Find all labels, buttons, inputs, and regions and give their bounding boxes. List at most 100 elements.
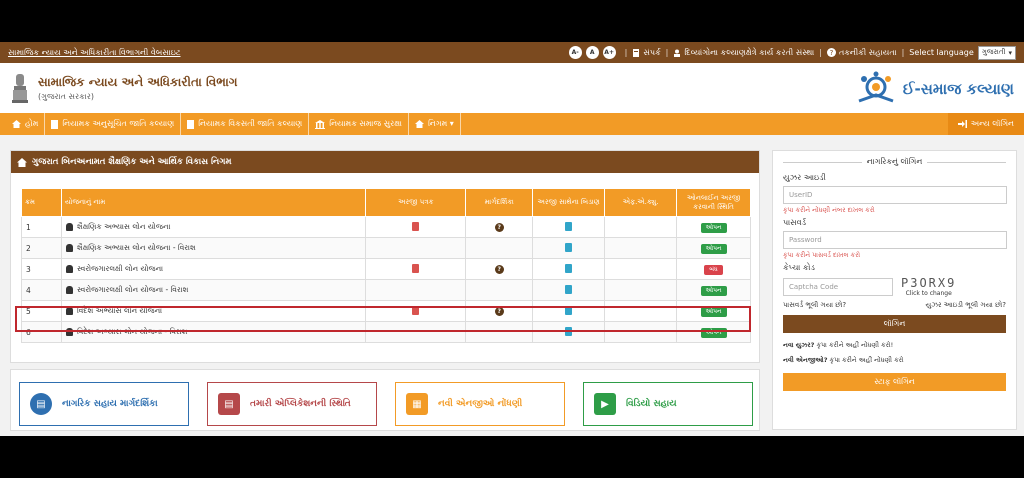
top-bar: સામાજિક ન્યાય અને અધિકારીતા વિભાગની વેબસ…: [0, 42, 1024, 63]
pdf-icon[interactable]: [412, 305, 420, 315]
citizen-help-guide-button[interactable]: ▤ નાગરિક સહાય માર્ગદર્શિકા: [19, 382, 189, 426]
col-application-form: અરજી પત્રક: [365, 188, 467, 217]
nav-dev-caste-welfare[interactable]: નિયામક વિકસતી જાતિ કલ્યાણ: [181, 113, 310, 135]
captcha-text: P3ORX9: [901, 276, 957, 290]
status-badge[interactable]: ઓપન: [700, 243, 727, 254]
scheme-name: વિદેશ અભ્યાસ લોન યોજના: [76, 306, 163, 315]
table-header-row: ક્રમ યોજનાનું નામ અરજી પત્રક માર્ગદર્શિક…: [21, 188, 751, 217]
other-login-button[interactable]: અન્ય લૉગિન: [947, 113, 1024, 135]
status-badge[interactable]: ઓપન: [700, 306, 727, 317]
table-row: 6 વિદેશ અભ્યાસ લોન યોજના - વિરાશ ઓપન: [21, 321, 751, 343]
nav-home[interactable]: હોમ: [6, 113, 46, 135]
pdf-icon[interactable]: [412, 221, 420, 231]
application-status-button[interactable]: ▤ તમારી એપ્લિકેશનની સ્થિતિ: [207, 382, 377, 426]
row-number: 4: [21, 279, 62, 301]
nav-social-security[interactable]: નિયામક સમાજ સુરક્ષા: [309, 113, 409, 135]
scheme-name: સ્વરોજગારલક્ષી લોન યોજના: [76, 264, 164, 273]
row-number: 6: [21, 321, 62, 343]
password-input[interactable]: Password: [783, 231, 1007, 249]
esamaj-logo[interactable]: ઈ-સમાજ કલ્યાણ: [855, 71, 1014, 107]
status-badge[interactable]: ઓપન: [700, 327, 727, 338]
tech-help-link[interactable]: ? તકનીકી સહાયતા: [826, 48, 897, 58]
font-normal-button[interactable]: A: [585, 46, 599, 59]
captcha-label: કેપ્ચા કોડ: [783, 263, 815, 272]
captcha-input[interactable]: Captcha Code: [783, 277, 893, 296]
nav-sc-welfare[interactable]: નિયામક અનુસૂચિત જાતિ કલ્યાણ: [45, 113, 182, 135]
font-increase-button[interactable]: A+: [602, 46, 616, 59]
home-icon: [12, 120, 21, 128]
forgot-userid-link[interactable]: યુઝર આઇડી ભૂલી ગયા છો?: [925, 301, 1006, 310]
userid-hint: કૃપા કરીને નોંધણી નંબર દાખલ કરો: [783, 206, 875, 214]
staff-login-button[interactable]: સ્ટાફ લૉગિન: [783, 373, 1006, 391]
dept-website-link[interactable]: સામાજિક ન્યાય અને અધિકારીતા વિભાગની વેબસ…: [8, 48, 181, 58]
login-button[interactable]: લૉગિન: [783, 315, 1006, 333]
nav-social-security-label: નિયામક સમાજ સુરક્ષા: [329, 119, 402, 128]
person-icon: [65, 286, 73, 294]
table-row: 4 સ્વરોજગારલક્ષી લોન યોજના - વિરાશ ઓપન: [21, 279, 751, 301]
other-login-label: અન્ય લૉગિન: [970, 119, 1014, 128]
scheme-name-cell[interactable]: શૈક્ષણિક અભ્યાસ લોન યોજના: [60, 216, 367, 238]
org-label: દિવ્યાંગોના કલ્યાણક્ષેત્રે કાર્ય કરતી સં…: [684, 47, 815, 57]
forgot-password-link[interactable]: પાસવર્ડ ભૂલી ગયા છો?: [783, 301, 846, 310]
document-icon[interactable]: [565, 221, 573, 231]
document-icon: [187, 119, 195, 129]
org-link[interactable]: દિવ્યાંગોના કલ્યાણક્ષેત્રે કાર્ય કરતી સં…: [673, 48, 814, 58]
scheme-name-cell[interactable]: સ્વરોજગારલક્ષી લોન યોજના - વિરાશ: [60, 279, 367, 301]
pdf-icon[interactable]: [412, 263, 420, 273]
question-icon: ?: [826, 48, 836, 57]
video-icon: ▶: [594, 393, 616, 415]
user-icon: [674, 49, 681, 57]
new-ngo-register-link[interactable]: નવી એનજીઓ? કૃપા કરીને અહીં નોંધણી કરો: [783, 356, 1006, 365]
document-icon[interactable]: [565, 326, 573, 336]
new-user-register-link[interactable]: નવા યુઝર? કૃપા કરીને અહીં નોંધણી કરો!: [783, 341, 1006, 350]
scheme-name: શૈક્ષણિક અભ્યાસ લોન યોજના - વિરાશ: [76, 243, 196, 252]
student-icon: [65, 223, 73, 231]
status-badge[interactable]: ઓપન: [700, 285, 727, 296]
font-decrease-button[interactable]: A-: [568, 46, 582, 59]
col-attachments: અરજી સાથેના બિડાણ: [532, 188, 606, 217]
brand-name: ઈ-સમાજ કલ્યાણ: [902, 80, 1014, 98]
contact-icon: [633, 48, 640, 57]
document-icon[interactable]: [565, 242, 573, 252]
row-number: 1: [21, 216, 62, 238]
scheme-name-cell[interactable]: સ્વરોજગારલક્ષી લોન યોજના: [60, 258, 367, 280]
scheme-name-cell[interactable]: વિદેશ અભ્યાસ લોન યોજના - વિરાશ: [60, 321, 367, 343]
password-label: પાસવર્ડ: [783, 218, 807, 227]
col-faq: એફ.એ.ક્યુ.: [604, 188, 678, 217]
quick-links-area: ▤ નાગરિક સહાય માર્ગદર્શિકા ▤ તમારી એપ્લિ…: [10, 369, 760, 431]
userid-input[interactable]: UserID: [783, 186, 1007, 204]
schemes-panel-header: ગુજરાત બિનઅનામત શૈક્ષણિક અને આર્થિક વિકા…: [11, 151, 759, 173]
video-help-button[interactable]: ▶ વિડિયો સહાય: [583, 382, 753, 426]
scheme-name: સ્વરોજગારલક્ષી લોન યોજના - વિરાશ: [76, 285, 189, 294]
student-icon: [65, 328, 73, 336]
file-icon: ▤: [218, 393, 240, 415]
document-icon[interactable]: [565, 305, 573, 315]
schemes-table: ક્રમ યોજનાનું નામ અરજી પત્રક માર્ગદર્શિક…: [21, 188, 751, 343]
scheme-name-cell[interactable]: વિદેશ અભ્યાસ લોન યોજના: [60, 300, 367, 322]
col-online-status: ઓનલાઈન અરજી કરવાની સ્થિતિ: [676, 188, 751, 217]
col-guidelines: માર્ગદર્શિકા: [465, 188, 534, 217]
table-row: 2 શૈક્ષણિક અભ્યાસ લોન યોજના - વિરાશ ઓપન: [21, 237, 751, 259]
captcha-image[interactable]: P3ORX9 Click to change: [901, 276, 956, 297]
contact-link[interactable]: સંપર્ક: [632, 48, 661, 58]
nav-sc-welfare-label: નિયામક અનુસૂચિત જાતિ કલ્યાણ: [62, 119, 175, 128]
svg-text:?: ?: [830, 49, 834, 57]
document-icon[interactable]: [565, 284, 573, 294]
status-badge[interactable]: ઓપન: [700, 222, 727, 233]
help-icon[interactable]: ?: [494, 307, 504, 316]
document-icon: [51, 119, 59, 129]
language-select[interactable]: ગુજરાતી ▾: [977, 45, 1016, 60]
captcha-change-link[interactable]: Click to change: [901, 290, 956, 297]
help-icon[interactable]: ?: [494, 265, 504, 274]
nav-nigam-dropdown[interactable]: નિગમ ▾: [409, 113, 461, 135]
student-icon: [65, 244, 73, 252]
citizen-help-guide-label: નાગરિક સહાય માર્ગદર્શિકા: [62, 399, 158, 409]
status-badge[interactable]: બંધ: [704, 264, 723, 275]
new-ngo-registration-button[interactable]: ▦ નવી એનજીઓ નોંધણી: [395, 382, 565, 426]
esamaj-logo-icon: [858, 71, 894, 103]
help-icon[interactable]: ?: [494, 223, 504, 232]
scheme-name-cell[interactable]: શૈક્ષણિક અભ્યાસ લોન યોજના - વિરાશ: [60, 237, 367, 259]
row-number: 3: [21, 258, 62, 280]
login-title: નાગરિકનું લૉગિન: [783, 157, 1006, 167]
document-icon[interactable]: [565, 263, 573, 273]
